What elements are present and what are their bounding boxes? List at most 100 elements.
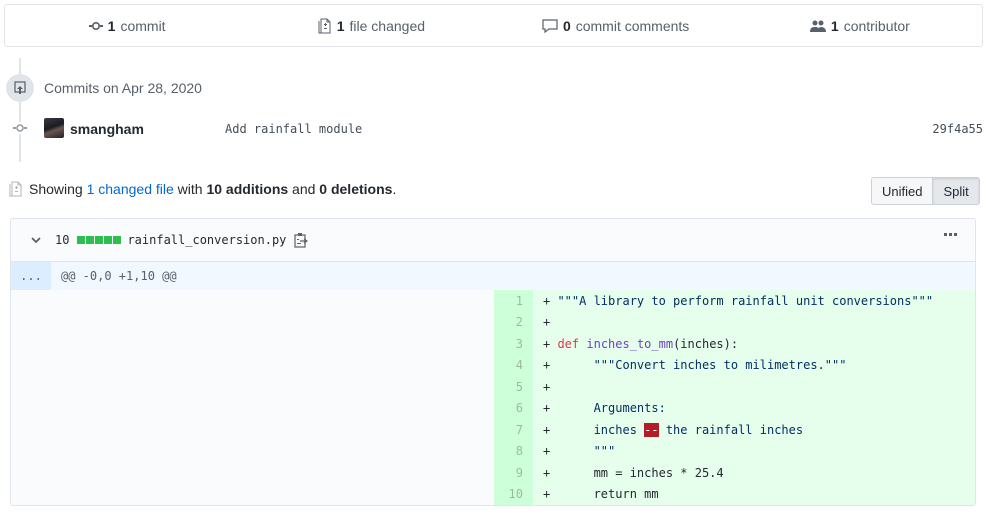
commit-sha[interactable]: 29f4a55	[932, 122, 983, 136]
diffstat-block-added	[77, 236, 86, 244]
contributors-count: 1	[830, 17, 839, 34]
line-number[interactable]: 4	[494, 354, 533, 376]
diffstat-bar	[77, 236, 122, 244]
contributors-link[interactable]: 1 contributor	[738, 5, 982, 46]
line-code: +	[533, 315, 550, 329]
copy-path-icon[interactable]	[294, 232, 309, 248]
commit-author[interactable]: smangham	[70, 121, 144, 137]
commits-count: 1	[107, 17, 116, 34]
diff-line: 10 + return mm	[494, 483, 975, 505]
addition-marker: +	[543, 293, 558, 308]
addition-marker: +	[543, 401, 594, 416]
changed-files-link[interactable]: 1 changed file	[87, 181, 174, 197]
diff-line: 2 +	[494, 311, 975, 333]
diff-line: 6 + Arguments:	[494, 397, 975, 419]
line-code: + def inches_to_mm(inches):	[533, 337, 738, 351]
addition-marker: +	[543, 379, 551, 394]
addition-marker: +	[543, 465, 594, 480]
file-diff-icon	[318, 18, 331, 33]
commits-count-link[interactable]: 1 commit	[5, 5, 249, 46]
addition-marker: +	[543, 422, 594, 437]
comments-count: 0	[562, 17, 571, 34]
line-number[interactable]: 6	[494, 397, 533, 419]
file-name[interactable]: rainfall_conversion.py	[127, 233, 286, 247]
diff-line: 5 +	[494, 376, 975, 398]
code-token: """	[593, 444, 616, 459]
diffstat-block-added	[95, 236, 104, 244]
line-code: +	[533, 380, 550, 394]
additions-count: 10 additions	[206, 181, 289, 197]
line-number[interactable]: 3	[494, 333, 533, 355]
code-token: (inches):	[673, 336, 739, 351]
code-token: the rainfall inches	[658, 422, 804, 437]
file-header: 10 rainfall_conversion.py	[11, 219, 975, 262]
chevron-down-icon[interactable]	[31, 236, 47, 244]
addition-marker: +	[543, 487, 594, 502]
line-number[interactable]: 8	[494, 440, 533, 462]
files-changed-label: file changed	[349, 17, 426, 34]
contributors-label: contributor	[843, 17, 910, 34]
showing-with: with	[177, 181, 203, 197]
files-changed-count: 1	[336, 17, 345, 34]
diffstat-block-added	[113, 236, 122, 244]
diff-line: 8 + """	[494, 440, 975, 462]
addition-marker: +	[543, 358, 594, 373]
line-code: + mm = inches * 25.4	[533, 466, 724, 480]
diff-line: 7 + inches -- the rainfall inches	[494, 419, 975, 441]
diff-line: 3 + def inches_to_mm(inches):	[494, 333, 975, 355]
line-number[interactable]: 9	[494, 462, 533, 484]
expand-hunk-button[interactable]: ...	[11, 262, 51, 290]
line-code: + Arguments:	[533, 401, 666, 415]
commits-date-heading: Commits on Apr 28, 2020	[44, 80, 202, 96]
commit-message[interactable]: Add rainfall module	[225, 122, 362, 136]
code-token: """Convert inches to milimetres."""	[593, 358, 847, 373]
left-side-empty	[11, 290, 494, 505]
unified-view-button[interactable]: Unified	[872, 178, 933, 204]
addition-marker: +	[543, 315, 551, 330]
diffstat-block-added	[104, 236, 113, 244]
line-number[interactable]: 5	[494, 376, 533, 398]
code-token: Arguments:	[593, 401, 666, 416]
commit-comments-link[interactable]: 0 commit comments	[494, 5, 738, 46]
code-token: mm = inches * 25.4	[593, 465, 724, 480]
more-options-icon[interactable]	[944, 233, 957, 236]
addition-marker: +	[543, 336, 558, 351]
syntax-error-token: --	[644, 422, 659, 437]
line-number[interactable]: 10	[494, 483, 533, 505]
line-number[interactable]: 1	[494, 290, 533, 312]
comment-icon	[542, 18, 558, 33]
repo-push-badge	[6, 74, 34, 102]
hunk-header: ... @@ -0,0 +1,10 @@	[11, 262, 975, 290]
commit-node-icon	[12, 122, 28, 134]
showing-prefix: Showing	[29, 181, 83, 197]
code-token: def	[557, 336, 580, 351]
file-diff: 10 rainfall_conversion.py ... @@ -0,0 +1…	[10, 218, 976, 506]
deletions-count: 0 deletions	[319, 181, 393, 197]
diff-view-toggle: Unified Split	[871, 177, 980, 205]
hunk-range: @@ -0,0 +1,10 @@	[61, 269, 177, 283]
author-avatar[interactable]	[44, 118, 64, 138]
line-code: + return mm	[533, 487, 659, 501]
comments-label: commit comments	[575, 17, 690, 34]
addition-marker: +	[543, 444, 594, 459]
showing-suffix: .	[392, 181, 397, 197]
diff-line: 1 + """A library to perform rainfall unit…	[494, 290, 975, 312]
people-icon	[809, 20, 826, 32]
split-view-button[interactable]: Split	[932, 178, 979, 204]
line-code: + """	[533, 444, 615, 458]
showing-and: and	[292, 181, 316, 197]
repo-push-icon	[14, 81, 26, 94]
line-number[interactable]: 2	[494, 311, 533, 333]
line-number[interactable]: 7	[494, 419, 533, 441]
commit-summary-bar: 1 commit 1 file changed 0 commit comment…	[4, 4, 983, 47]
code-token: return mm	[593, 487, 659, 502]
git-commit-icon	[88, 21, 103, 30]
commits-label: commit	[120, 17, 166, 34]
diff-line: 9 + mm = inches * 25.4	[494, 462, 975, 484]
files-changed-link[interactable]: 1 file changed	[249, 5, 493, 46]
diff-line: 4 + """Convert inches to milimetres."""	[494, 354, 975, 376]
line-code: + inches -- the rainfall inches	[533, 422, 804, 437]
code-token: inches_to_mm	[586, 336, 674, 351]
line-code: + """A library to perform rainfall unit …	[533, 294, 933, 308]
file-diff-icon	[9, 181, 22, 197]
